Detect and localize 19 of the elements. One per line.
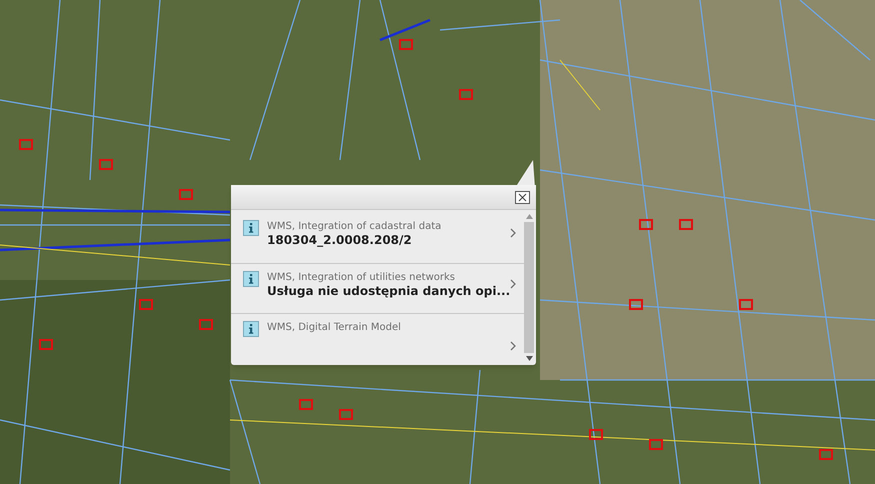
feature-value: Usługa nie udostępnia danych opi... — [267, 284, 510, 299]
result-item[interactable]: WMS, Integration of utilities networks Usługa nie udostępnia danych opi... — [231, 264, 524, 314]
chevron-right-icon — [510, 228, 516, 238]
feature-value: 180304_2.0008.208/2 — [267, 233, 413, 248]
scroll-up-icon — [526, 214, 533, 219]
info-icon — [243, 321, 259, 338]
chevron-right-icon — [510, 341, 516, 352]
chevron-right-icon — [510, 278, 516, 289]
result-item[interactable]: WMS, Integration of cadastral data 180304_2.0008.208/2 — [231, 213, 524, 264]
layer-source: WMS, Digital Terrain Model — [267, 321, 402, 334]
close-icon — [518, 192, 527, 202]
scrollbar-thumb[interactable] — [524, 222, 534, 353]
info-icon — [243, 220, 259, 236]
layer-source: WMS, Integration of cadastral data — [267, 220, 442, 233]
result-item[interactable]: WMS, Digital Terrain Model — [231, 314, 524, 365]
info-icon — [243, 270, 259, 287]
scroll-down-icon — [526, 356, 533, 361]
close-button[interactable] — [515, 190, 530, 204]
layer-source: WMS, Integration of utilities networks — [267, 270, 456, 284]
